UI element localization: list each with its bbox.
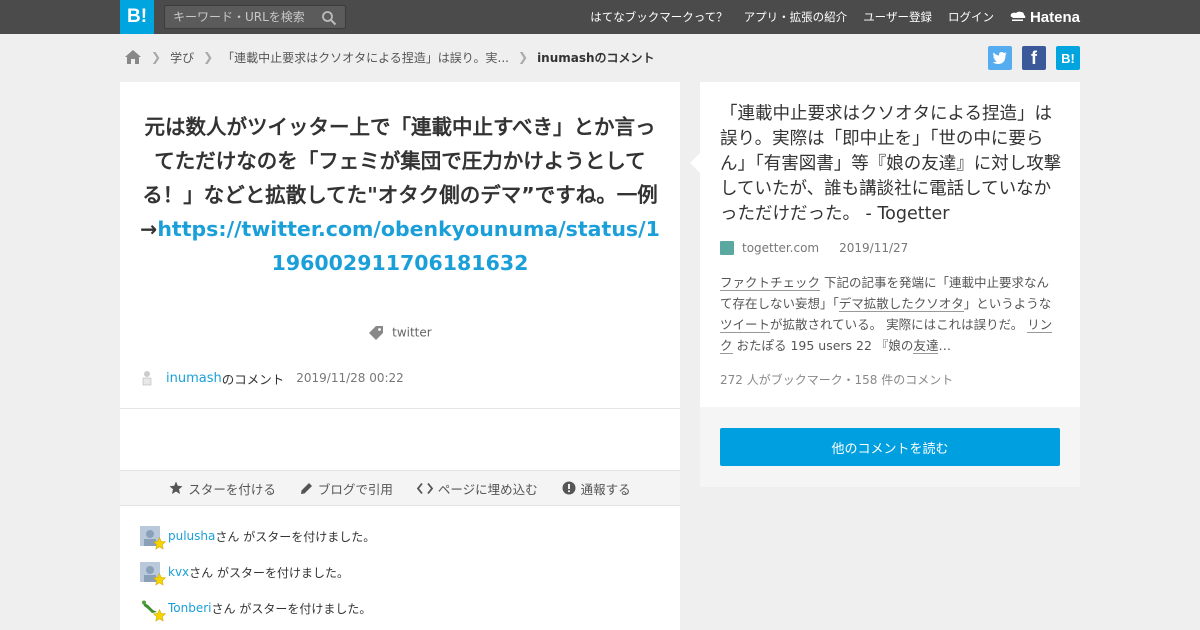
top-nav: はてなブックマークって？ アプリ・拡張の紹介 ユーザー登録 ログイン Haten… <box>574 0 1080 34</box>
search-box[interactable] <box>164 5 346 29</box>
add-star-label: スターを付ける <box>188 481 276 497</box>
breadcrumb: ❯ 学び ❯ 「連載中止要求はクソオタによる捏造」は誤り。実... ❯ inum… <box>124 46 655 68</box>
desc-text: … <box>938 338 951 353</box>
read-more-comments-button[interactable]: 他のコメントを読む <box>720 428 1060 466</box>
report-button[interactable]: 通報する <box>562 479 631 498</box>
breadcrumb-current: inumashのコメント <box>537 50 655 65</box>
comment-meta: inumash のコメント 2019/11/28 00:22 <box>140 369 404 387</box>
comment-date: 2019/11/28 00:22 <box>296 371 404 385</box>
comment-link[interactable]: https://twitter.com/obenkyounuma/status/… <box>157 217 660 275</box>
code-icon <box>416 482 433 494</box>
star-username[interactable]: Tonberi <box>168 601 212 615</box>
hatena-cloud-icon <box>1010 11 1026 21</box>
breadcrumb-entry[interactable]: 「連載中止要求はクソオタによる捏造」は誤り。実... <box>222 49 509 66</box>
chevron-right-icon: ❯ <box>151 50 162 64</box>
top-bar: B! はてなブックマークって？ アプリ・拡張の紹介 ユーザー登録 ログイン Ha… <box>0 0 1200 34</box>
entry-source: togetter.com 2019/11/27 <box>720 241 908 255</box>
hatena-brand-link[interactable]: Hatena <box>1010 9 1080 26</box>
hatebu-share-button[interactable]: B! <box>1056 46 1080 70</box>
chevron-right-icon: ❯ <box>203 50 214 64</box>
comment-card: 元は数人がツイッター上で「連載中止すべき」とか言ってただけなのを「フェミが集団で… <box>120 82 680 630</box>
blog-quote-button[interactable]: ブログで引用 <box>300 479 393 498</box>
desc-text: おたぽる 195 users 22 『娘の <box>732 338 914 353</box>
keyword-link[interactable]: デマ拡散したクソオタ <box>838 296 964 312</box>
nav-login[interactable]: ログイン <box>948 9 994 25</box>
entry-pointer <box>690 153 700 173</box>
comment-username[interactable]: inumash <box>166 371 222 386</box>
report-label: 通報する <box>580 481 631 497</box>
entry-card: 「連載中止要求はクソオタによる捏造」は誤り。実際は「即中止を」「世の中に要らん」… <box>690 82 1080 407</box>
twitter-share-button[interactable] <box>988 46 1012 70</box>
entry-description: ファクトチェック 下記の記事を発端に「連載中止要求なんて存在しない妄想」「デマ拡… <box>720 272 1060 356</box>
keyword-link[interactable]: 友達 <box>913 338 939 354</box>
facebook-share-button[interactable]: f <box>1022 46 1046 70</box>
star-list-item: Tonberi さん がスターを付けました。 <box>140 598 375 622</box>
entry-bookmark-stats[interactable]: 272 人がブックマーク・158 件のコメント <box>720 371 953 388</box>
tag-label: twitter <box>392 325 432 340</box>
comment-body: 元は数人がツイッター上で「連載中止すべき」とか言ってただけなのを「フェミが集団で… <box>140 110 660 280</box>
star-text: さん がスターを付けました。 <box>189 565 349 580</box>
star-list: pulusha さん がスターを付けました。 kvx さん がスターを付けました… <box>140 526 375 630</box>
star-text: さん がスターを付けました。 <box>211 601 372 616</box>
twitter-bird-icon <box>992 52 1007 64</box>
home-icon[interactable] <box>124 49 142 65</box>
comment-tag[interactable]: twitter <box>120 325 680 341</box>
star-user-avatar[interactable] <box>140 526 166 550</box>
divider <box>120 408 680 409</box>
search-input[interactable] <box>165 6 315 28</box>
pencil-icon <box>300 482 312 494</box>
tag-icon <box>369 326 384 340</box>
desc-text: 」というような <box>963 296 1052 311</box>
keyword-link[interactable]: ファクトチェック <box>720 275 821 291</box>
comment-suffix: のコメント <box>221 371 285 387</box>
hatena-bookmark-logo[interactable]: B! <box>120 0 154 34</box>
yellow-star-icon <box>153 609 166 622</box>
star-text: さん がスターを付けました。 <box>215 529 376 544</box>
embed-button[interactable]: ページに埋め込む <box>416 479 538 498</box>
chevron-right-icon: ❯ <box>518 50 529 64</box>
site-favicon-icon <box>720 241 734 255</box>
blog-quote-label: ブログで引用 <box>317 481 393 497</box>
user-avatar[interactable] <box>140 370 154 386</box>
yellow-star-icon <box>153 573 166 586</box>
more-comments-box: 他のコメントを読む <box>700 407 1080 487</box>
share-buttons: f B! <box>978 46 1080 70</box>
breadcrumb-category[interactable]: 学び <box>170 49 194 66</box>
star-list-item: kvx さん がスターを付けました。 <box>140 562 375 586</box>
entry-site-link[interactable]: togetter.com <box>742 241 819 255</box>
star-username[interactable]: kvx <box>168 565 189 579</box>
nav-about[interactable]: はてなブックマークって？ <box>590 9 727 25</box>
alert-icon <box>562 481 576 495</box>
entry-date: 2019/11/27 <box>839 241 909 255</box>
star-user-avatar[interactable] <box>140 598 166 622</box>
embed-label: ページに埋め込む <box>437 481 538 497</box>
search-icon[interactable] <box>321 10 337 26</box>
star-user-avatar[interactable] <box>140 562 166 586</box>
keyword-link[interactable]: ツイート <box>720 317 771 333</box>
entry-title[interactable]: 「連載中止要求はクソオタによる捏造」は誤り。実際は「即中止を」「世の中に要らん」… <box>720 102 1062 227</box>
add-star-button[interactable]: スターを付ける <box>169 479 276 498</box>
star-username[interactable]: pulusha <box>168 529 215 543</box>
desc-text: が拡散されている。 実際にはこれは誤りだ。 <box>770 317 1028 332</box>
star-list-item: pulusha さん がスターを付けました。 <box>140 526 376 550</box>
star-icon <box>169 481 183 494</box>
nav-register[interactable]: ユーザー登録 <box>863 9 932 25</box>
nav-apps[interactable]: アプリ・拡張の紹介 <box>744 9 848 25</box>
hatena-brand-text: Hatena <box>1029 8 1080 26</box>
yellow-star-icon <box>153 537 166 550</box>
comment-action-bar: スターを付ける ブログで引用 ページに埋め込む 通報する <box>120 470 680 506</box>
